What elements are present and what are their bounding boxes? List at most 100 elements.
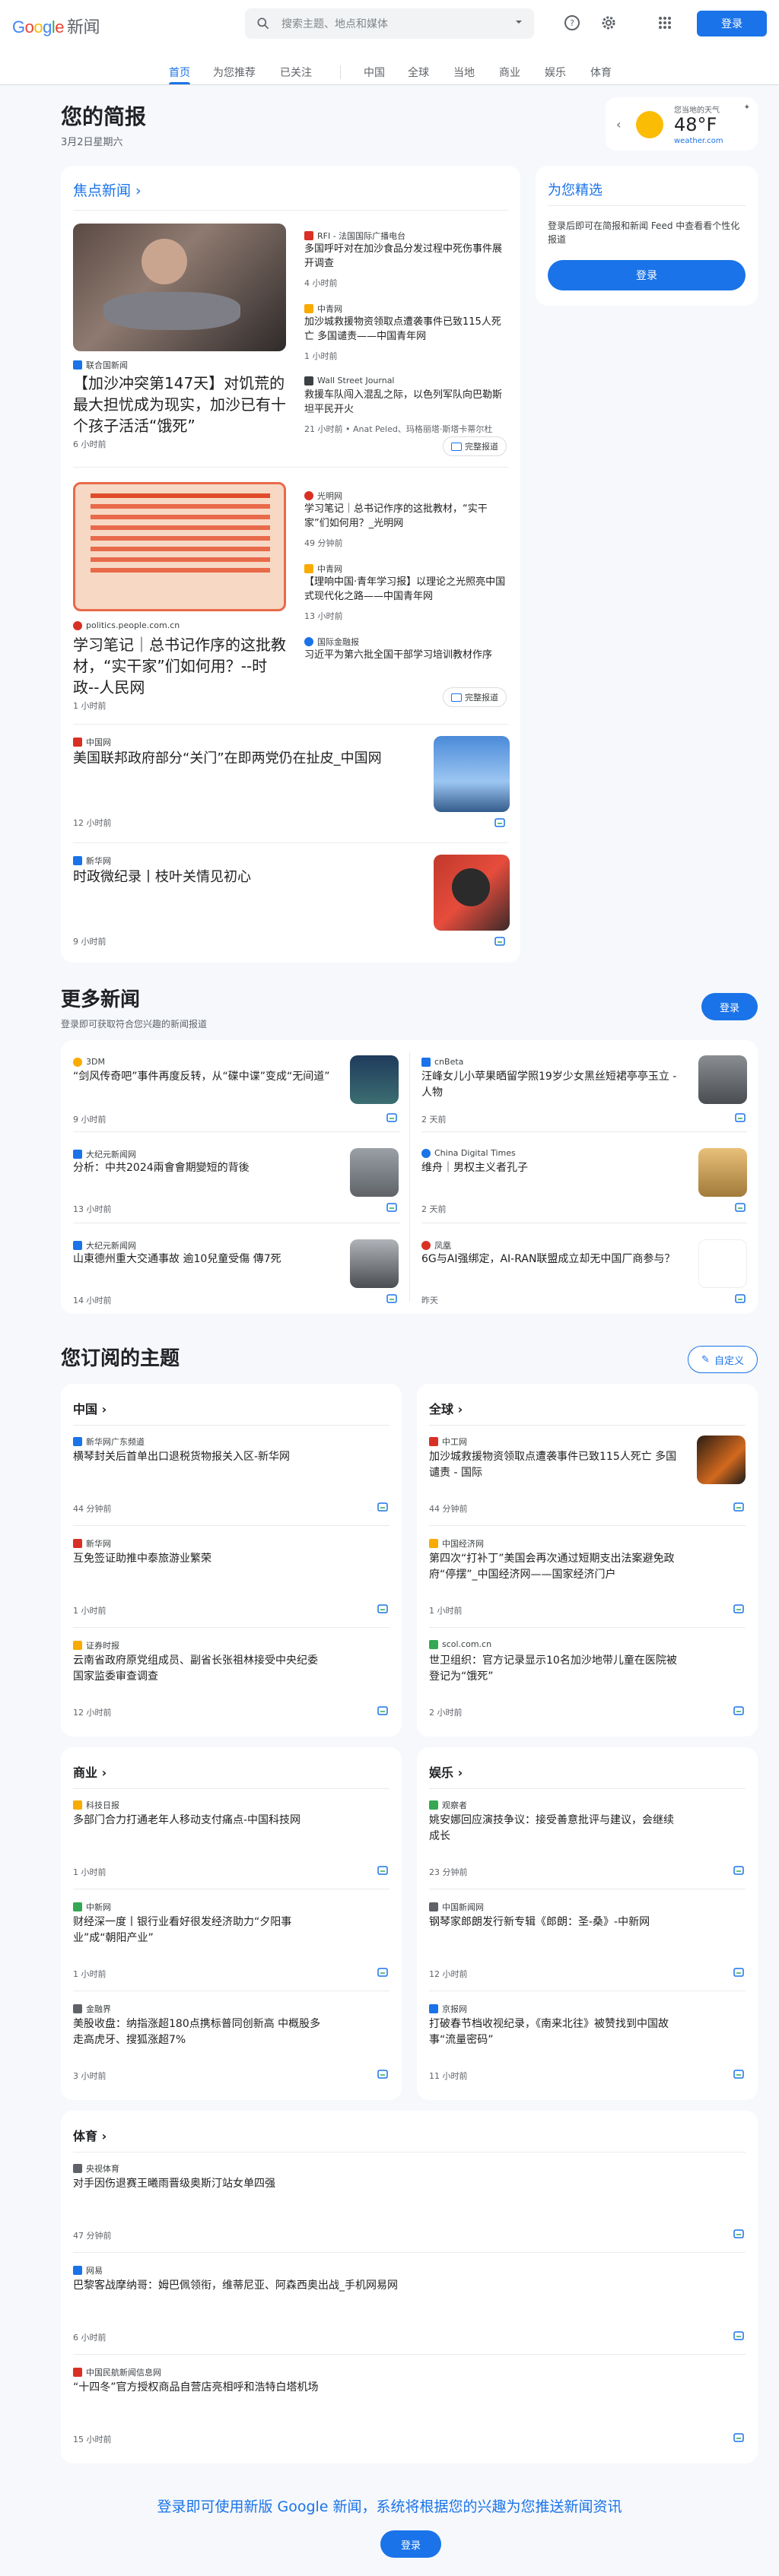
full-coverage-icon[interactable] xyxy=(386,1203,397,1212)
full-coverage-icon[interactable] xyxy=(733,2433,744,2442)
topic-news-thumbnail[interactable] xyxy=(697,1436,746,1484)
news-thumbnail[interactable] xyxy=(350,1055,399,1104)
full-coverage-icon[interactable] xyxy=(735,1294,746,1303)
related-headline[interactable]: 学习笔记｜总书记作序的这批教材，“实干家”们如何用？_光明网 xyxy=(304,502,510,531)
full-coverage-icon[interactable] xyxy=(733,1866,744,1875)
gear-icon[interactable] xyxy=(599,14,618,32)
news-headline[interactable]: 6G与AI强绑定，AI-RAN联盟成立却无中国厂商参与？ xyxy=(421,1252,688,1267)
news-headline[interactable]: 汪峰女儿小苹果晒留学照19岁少女黑丝短裙亭亭玉立 - 人物 xyxy=(421,1069,688,1101)
full-coverage-button[interactable]: 完整报道 xyxy=(443,687,507,707)
weather-settings-icon[interactable]: ✦ xyxy=(744,103,750,112)
news-thumbnail[interactable] xyxy=(698,1239,747,1288)
topic-news-headline[interactable]: 多部门合力打通老年人移动支付痛点-中国科技网 xyxy=(73,1813,323,1829)
story-headline[interactable]: 学习笔记｜总书记作序的这批教材，“实干家”们如何用？--时政--人民网 xyxy=(73,634,286,698)
news-headline[interactable]: “剑风传奇吧”事件再度反转，从“碟中谍”变成“无间道” xyxy=(73,1069,339,1085)
tab-sports[interactable]: 体育 xyxy=(590,65,612,80)
news-thumbnail[interactable] xyxy=(350,1148,399,1197)
full-coverage-icon[interactable] xyxy=(733,1502,744,1512)
tab-world[interactable]: 全球 xyxy=(408,65,429,80)
search-input[interactable]: 搜索主题、地点和媒体 xyxy=(245,8,534,39)
full-coverage-icon[interactable] xyxy=(377,1706,388,1715)
topic-heading[interactable]: 商业 › xyxy=(73,1762,107,1781)
full-coverage-icon[interactable] xyxy=(735,1203,746,1212)
topic-news-headline[interactable]: 钢琴家郎朗发行新专辑《郎朗：圣-桑》-中新网 xyxy=(429,1915,679,1930)
story-headline[interactable]: 【加沙冲突第147天】对饥荒的最大担忧成为现实，加沙已有十个孩子活活“饿死” xyxy=(73,373,286,436)
full-coverage-icon[interactable] xyxy=(494,937,505,946)
topic-news-headline[interactable]: 互免签证助推中泰旅游业繁荣 xyxy=(73,1551,323,1567)
topic-news-headline[interactable]: 美股收盘：纳指涨超180点携标普同创新高 中概股多走高虎牙、搜狐涨超7% xyxy=(73,2016,323,2048)
topic-heading[interactable]: 娱乐 › xyxy=(429,1762,463,1781)
story-headline[interactable]: 时政微纪录丨枝叶关情见初心 xyxy=(73,867,400,888)
weather-source[interactable]: weather.com xyxy=(674,137,723,145)
topic-heading[interactable]: 体育 › xyxy=(73,2126,107,2144)
topic-news-headline[interactable]: 云南省政府原党组成员、副省长张祖林接受中央纪委国家监委审查调查 xyxy=(73,1653,323,1685)
tab-entertainment[interactable]: 娱乐 xyxy=(545,65,566,80)
tab-for-you[interactable]: 为您推荐 xyxy=(213,65,256,80)
topic-news-time: 1 小时前 xyxy=(73,1867,107,1877)
full-coverage-icon[interactable] xyxy=(377,1866,388,1875)
topic-news-headline[interactable]: 姚安娜回应演技争议：接受善意批评与建议，会继续成长 xyxy=(429,1813,679,1845)
related-headline[interactable]: 习近平为第六批全国干部学习培训教材作序 xyxy=(304,648,510,662)
apps-grid-icon[interactable] xyxy=(656,14,674,32)
news-thumbnail[interactable] xyxy=(698,1055,747,1104)
full-coverage-icon[interactable] xyxy=(377,1604,388,1613)
full-coverage-icon[interactable] xyxy=(733,1604,744,1613)
related-headline[interactable]: 【理响中国·青年学习报】以理论之光照亮中国式现代化之路——中国青年网 xyxy=(304,575,510,604)
tab-business[interactable]: 商业 xyxy=(499,65,520,80)
full-coverage-icon[interactable] xyxy=(386,1113,397,1122)
tab-following[interactable]: 已关注 xyxy=(280,65,312,80)
full-coverage-icon[interactable] xyxy=(733,2331,744,2340)
news-thumbnail[interactable] xyxy=(350,1239,399,1288)
full-coverage-icon[interactable] xyxy=(386,1294,397,1303)
customize-button[interactable]: ✎ 自定义 xyxy=(688,1346,758,1373)
full-coverage-icon[interactable] xyxy=(733,1706,744,1715)
full-coverage-button[interactable]: 完整报道 xyxy=(443,436,507,456)
topic-news-headline[interactable]: 财经深一度丨银行业看好很发经济助力“夕阳事业”成“朝阳产业” xyxy=(73,1915,323,1946)
story-headline[interactable]: 美国联邦政府部分“关门”在即两党仍在扯皮_中国网 xyxy=(73,748,400,769)
picks-signin-button[interactable]: 登录 xyxy=(548,260,746,290)
full-coverage-icon[interactable] xyxy=(377,1968,388,1977)
related-headline[interactable]: 多国呼吁对在加沙食品分发过程中死伤事件展开调查 xyxy=(304,242,510,271)
topic-heading[interactable]: 全球 › xyxy=(429,1399,463,1417)
chevron-down-icon[interactable] xyxy=(514,17,523,27)
picks-title: 为您精选 xyxy=(548,182,603,198)
topic-news-headline[interactable]: 世卫组织：官方记录显示10名加沙地带儿童在医院被登记为“饿死” xyxy=(429,1653,679,1685)
footer-signin-button[interactable]: 登录 xyxy=(380,2530,441,2558)
signin-button[interactable]: 登录 xyxy=(697,11,767,36)
google-news-logo[interactable]: Google 新闻 xyxy=(12,14,100,38)
topic-news-headline[interactable]: 横琴封关后首单出口退税货物报关入区-新华网 xyxy=(73,1449,323,1465)
full-coverage-icon[interactable] xyxy=(377,1502,388,1512)
news-headline[interactable]: 维舟｜男权主义者孔子 xyxy=(421,1160,688,1176)
topic-news-headline[interactable]: 第四次“打补丁”美国会再次通过短期支出法案避免政府“停摆”_中国经济网——国家经… xyxy=(429,1551,679,1583)
story-image[interactable] xyxy=(73,224,286,351)
topic-heading[interactable]: 中国 › xyxy=(73,1399,107,1417)
story-thumbnail[interactable] xyxy=(434,855,510,931)
related-headline[interactable]: 加沙城救援物资领取点遭袭事件已致115人死亡 多国谴责——中国青年网 xyxy=(304,315,510,344)
topic-news-time: 11 小时前 xyxy=(429,2071,468,2081)
full-coverage-icon[interactable] xyxy=(735,1113,746,1122)
more-news-signin-button[interactable]: 登录 xyxy=(701,993,758,1020)
news-headline[interactable]: 山東德州重大交通事故 逾10兒童受傷 傳7死 xyxy=(73,1252,339,1267)
tab-home[interactable]: 首页 xyxy=(169,65,190,80)
top-stories-heading[interactable]: 焦点新闻 › xyxy=(73,179,141,200)
full-coverage-icon[interactable] xyxy=(733,1968,744,1977)
topic-news-headline[interactable]: 对手因伤退赛王曦雨晋级奥斯汀站女单四强 xyxy=(73,2176,679,2192)
news-thumbnail[interactable] xyxy=(698,1148,747,1197)
topic-news-headline[interactable]: 加沙城救援物资领取点遭袭事件已致115人死亡 多国谴责 - 国际 xyxy=(429,1449,679,1481)
topic-news-headline[interactable]: 巴黎客战摩纳哥：姆巴佩领衔，维蒂尼亚、阿森西奥出战_手机网易网 xyxy=(73,2278,679,2294)
weather-widget[interactable]: ‹ 您当地的天气 48°F weather.com ✦ xyxy=(606,97,758,151)
full-coverage-icon[interactable] xyxy=(494,818,505,827)
topic-news-headline[interactable]: 打破春节档收视纪录，《南来北往》被赞找到中国故事“流量密码” xyxy=(429,2016,679,2048)
full-coverage-icon[interactable] xyxy=(733,2070,744,2079)
chevron-left-icon[interactable]: ‹ xyxy=(616,117,621,132)
story-thumbnail[interactable] xyxy=(434,736,510,812)
story-image[interactable] xyxy=(73,482,286,611)
full-coverage-icon[interactable] xyxy=(733,2229,744,2238)
full-coverage-icon[interactable] xyxy=(377,2070,388,2079)
topic-news-headline[interactable]: “十四冬”官方授权商品自营店亮相呼和浩特白塔机场 xyxy=(73,2380,679,2396)
tab-local[interactable]: 当地 xyxy=(453,65,475,80)
help-icon[interactable]: ? xyxy=(563,14,581,32)
related-headline[interactable]: 救援车队闯入混乱之际，以色列军队向巴勒斯坦平民开火 xyxy=(304,388,510,417)
news-headline[interactable]: 分析：中共2024兩會會期變短的背後 xyxy=(73,1160,339,1176)
tab-china[interactable]: 中国 xyxy=(364,65,385,80)
